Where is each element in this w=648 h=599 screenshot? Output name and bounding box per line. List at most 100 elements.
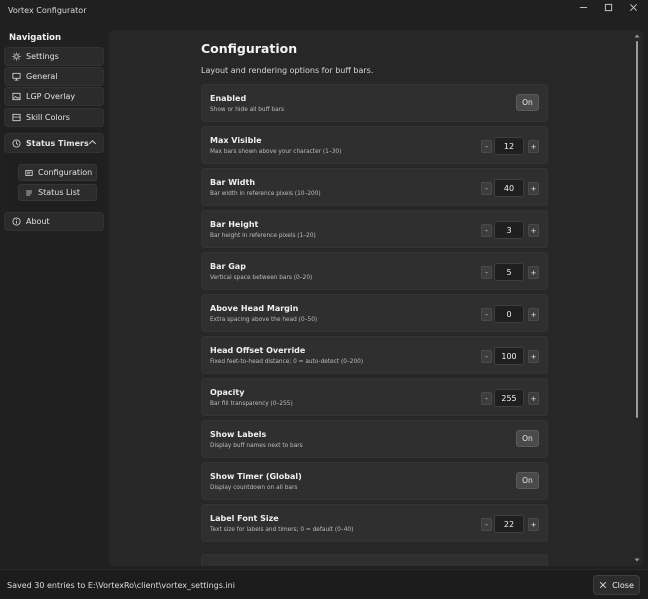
sidebar-item-skill-colors[interactable]: Skill Colors [4,108,104,127]
decrement-button[interactable]: - [481,182,492,195]
maximize-icon[interactable] [595,0,621,14]
setting-label-font-size: Label Font Size Text size for labels and… [201,504,548,542]
stepper-value[interactable]: 12 [494,137,524,155]
enabled-toggle[interactable]: On [516,94,539,111]
stepper-value[interactable]: 3 [494,221,524,239]
increment-button[interactable]: + [528,266,539,279]
status-message: Saved 30 entries to E:\VortexRo\client\v… [7,581,235,590]
increment-button[interactable]: + [528,182,539,195]
setting-label: Above Head Margin [210,304,299,313]
stepper-value[interactable]: 255 [494,389,524,407]
stepper-value[interactable]: 40 [494,179,524,197]
sidebar-item-label: Settings [26,52,59,61]
list-icon [24,188,33,197]
max-visible-stepper: - 12 + [481,137,539,155]
sidebar-subitem-label: Configuration [38,168,93,177]
minimize-icon[interactable] [570,0,596,14]
setting-above-head-margin: Above Head Margin Extra spacing above th… [201,294,548,332]
close-icon[interactable] [620,0,646,14]
setting-description: Bar width in reference pixels (10–200) [210,191,321,197]
opacity-stepper: - 255 + [481,389,539,407]
show-timer-toggle[interactable]: On [516,472,539,489]
stepper-value[interactable]: 22 [494,515,524,533]
setting-label: Enabled [210,94,247,103]
image-icon [11,92,21,102]
setting-label: Bar Width [210,178,256,187]
setting-description: Max bars shown above your character (1–3… [210,149,342,155]
decrement-button[interactable]: - [481,350,492,363]
decrement-button[interactable]: - [481,308,492,321]
setting-label: Head Offset Override [210,346,306,355]
setting-description: Show or hide all buff bars [210,107,285,113]
increment-button[interactable]: + [528,392,539,405]
close-icon [599,581,607,589]
sidebar-subitem-label: Status List [38,188,81,197]
scroll-up-icon[interactable] [634,32,640,38]
setting-label: Bar Height [210,220,259,229]
sidebar-heading: Navigation [9,33,61,43]
sidebar-item-settings[interactable]: Settings [4,47,104,66]
sidebar-subitem-status-list[interactable]: Status List [18,184,97,201]
decrement-button[interactable]: - [481,140,492,153]
decrement-button[interactable]: - [481,224,492,237]
title-bar: Vortex Configurator [0,0,648,22]
sidebar-item-general[interactable]: General [4,67,104,86]
chevron-up-icon[interactable] [88,138,97,147]
setting-show-timer-global: Show Timer (Global) Display countdown on… [201,462,548,500]
app-window: Vortex Configurator Navigation Settings … [0,0,648,599]
setting-bar-gap: Bar Gap Vertical space between bars (0–2… [201,252,548,290]
decrement-button[interactable]: - [481,518,492,531]
window-title: Vortex Configurator [8,6,87,15]
decrement-button[interactable]: - [481,392,492,405]
sidebar-group-label: Status Timers [26,138,89,148]
sliders-icon [24,168,33,177]
stepper-value[interactable]: 5 [494,263,524,281]
decrement-button[interactable]: - [481,266,492,279]
setting-label: Bar Gap [210,262,246,271]
setting-opacity: Opacity Bar fill transparency (0–255) - … [201,378,548,416]
clock-icon [11,138,21,148]
status-bar: Saved 30 entries to E:\VortexRo\client\v… [0,569,648,599]
sidebar-group-status-timers[interactable]: Status Timers [4,133,104,153]
setting-head-offset-override: Head Offset Override Fixed feet-to-head … [201,336,548,374]
scrollbar-thumb[interactable] [636,41,638,418]
page-subtitle: Layout and rendering options for buff ba… [201,66,374,75]
sidebar-item-label: Skill Colors [26,113,70,122]
setting-description: Display buff names next to bars [210,443,303,449]
increment-button[interactable]: + [528,224,539,237]
setting-next-partial [201,554,548,566]
stepper-value[interactable]: 100 [494,347,524,365]
setting-max-visible: Max Visible Max bars shown above your ch… [201,126,548,164]
sidebar-item-lgp-overlay[interactable]: LGP Overlay [4,87,104,106]
show-labels-toggle[interactable]: On [516,430,539,447]
setting-bar-width: Bar Width Bar width in reference pixels … [201,168,548,206]
sidebar-item-about[interactable]: About [4,212,104,231]
gear-icon [11,52,21,62]
close-button[interactable]: Close [593,575,640,595]
setting-description: Extra spacing above the head (0–50) [210,317,318,323]
page-title: Configuration [201,41,298,56]
setting-description: Bar fill transparency (0–255) [210,401,293,407]
info-icon [11,217,21,227]
setting-bar-height: Bar Height Bar height in reference pixel… [201,210,548,248]
increment-button[interactable]: + [528,308,539,321]
sidebar-item-label: General [26,72,58,81]
setting-label: Opacity [210,388,245,397]
setting-label: Label Font Size [210,514,279,523]
setting-label: Show Timer (Global) [210,472,302,481]
label-font-size-stepper: - 22 + [481,515,539,533]
content-scrollbar[interactable] [634,32,640,566]
palette-icon [11,113,21,123]
increment-button[interactable]: + [528,518,539,531]
bar-gap-stepper: - 5 + [481,263,539,281]
increment-button[interactable]: + [528,350,539,363]
setting-show-labels: Show Labels Display buff names next to b… [201,420,548,458]
setting-enabled: Enabled Show or hide all buff bars On [201,84,548,122]
sidebar-subitem-configuration[interactable]: Configuration [18,164,97,181]
setting-description: Vertical space between bars (0–20) [210,275,313,281]
setting-description: Bar height in reference pixels (1–20) [210,233,316,239]
stepper-value[interactable]: 0 [494,305,524,323]
increment-button[interactable]: + [528,140,539,153]
scroll-down-icon[interactable] [634,556,640,562]
bar-width-stepper: - 40 + [481,179,539,197]
